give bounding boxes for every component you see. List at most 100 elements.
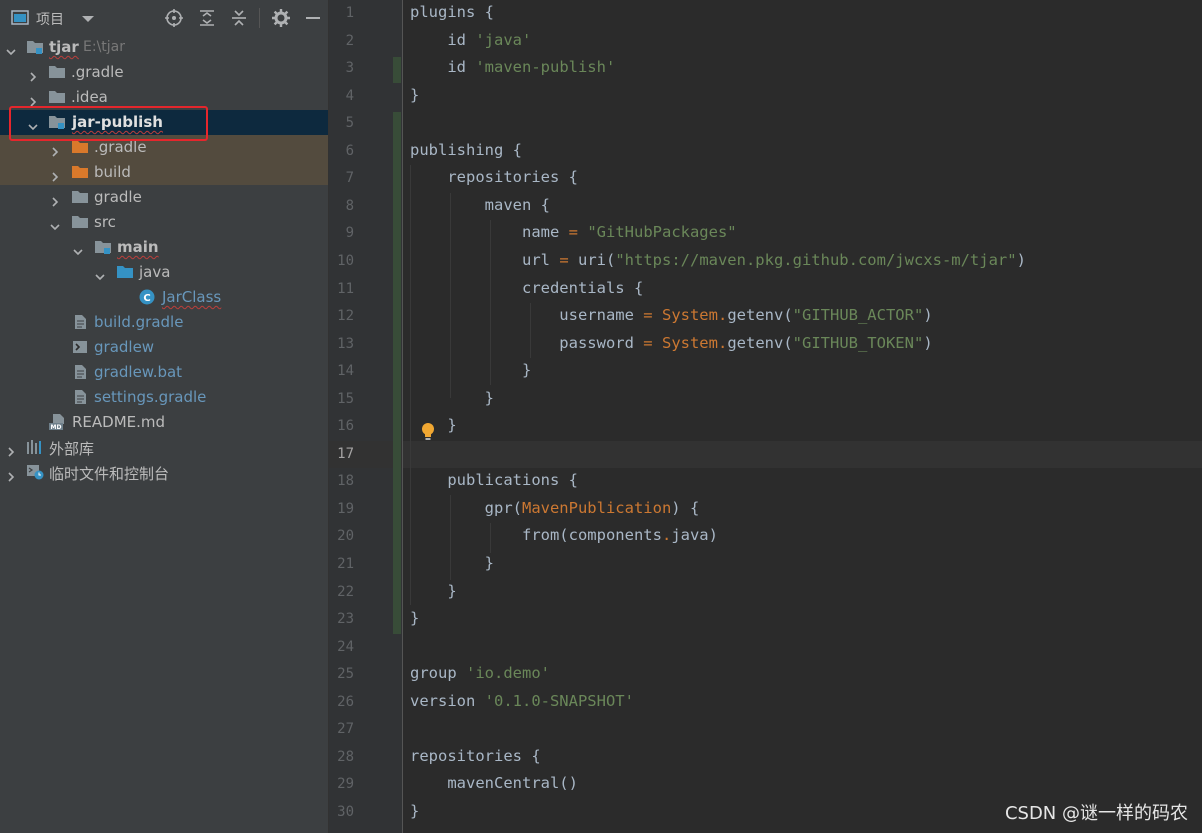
view-dropdown-icon[interactable] <box>78 8 98 28</box>
code-line[interactable]: id 'maven-publish' <box>410 58 615 76</box>
collapse-all-icon[interactable] <box>229 8 249 28</box>
line-number: 7 <box>345 170 354 187</box>
tree-item-scratches[interactable]: 临时文件和控制台 <box>0 460 328 485</box>
text-file-icon <box>71 364 89 380</box>
tree-item-gradle-cache[interactable]: .gradle <box>0 60 328 85</box>
code-line[interactable]: } <box>410 609 419 627</box>
tree-item-label: settings.gradle <box>94 388 207 406</box>
tree-item-external-libraries[interactable]: 外部库 <box>0 435 328 460</box>
tree-item-build-gradle[interactable]: build.gradle <box>0 310 328 335</box>
excluded-folder-icon <box>71 164 89 180</box>
chevron-right-icon[interactable] <box>50 142 60 157</box>
annotation-highlight-box <box>9 106 208 141</box>
project-toolbar: 项目 <box>0 0 328 36</box>
tree-item-label: JarClass <box>162 288 222 306</box>
svg-text:C: C <box>143 293 150 304</box>
line-number: 22 <box>337 583 354 600</box>
code-line[interactable]: } <box>410 582 456 600</box>
line-number: 16 <box>337 418 354 435</box>
chevron-right-icon[interactable] <box>6 467 16 482</box>
line-number: 17 <box>337 445 354 462</box>
chevron-right-icon[interactable] <box>50 192 60 207</box>
chevron-down-icon[interactable] <box>73 242 83 256</box>
project-panel-title[interactable]: 项目 <box>36 9 64 29</box>
expand-all-icon[interactable] <box>197 8 217 28</box>
code-line[interactable]: url = uri("https://maven.pkg.github.com/… <box>410 251 1026 269</box>
code-line[interactable]: } <box>410 86 419 104</box>
hide-panel-icon[interactable] <box>303 8 323 28</box>
tree-item-label: .gradle <box>71 63 124 81</box>
code-line[interactable]: repositories { <box>410 747 541 765</box>
chevron-down-icon[interactable] <box>6 42 16 56</box>
tree-item-label: README.md <box>72 413 166 431</box>
tree-item-label: main <box>117 238 159 256</box>
folder-icon <box>71 189 89 205</box>
code-line[interactable]: repositories { <box>410 168 578 186</box>
module-folder-icon <box>94 239 112 255</box>
line-number: 29 <box>337 776 354 793</box>
line-number: 3 <box>345 60 354 77</box>
tree-item-label: java <box>139 263 171 281</box>
lightbulb-icon[interactable] <box>420 422 436 442</box>
folder-icon <box>48 89 66 105</box>
chevron-right-icon[interactable] <box>28 92 38 107</box>
code-line[interactable]: version '0.1.0-SNAPSHOT' <box>410 692 634 710</box>
code-line[interactable]: password = System.getenv("GITHUB_TOKEN") <box>410 334 932 352</box>
code-line[interactable]: publications { <box>410 471 578 489</box>
tree-item-label: gradlew <box>94 338 155 356</box>
code-line[interactable]: group 'io.demo' <box>410 664 550 682</box>
tree-item-label: 外部库 <box>49 440 95 458</box>
tree-item-label: gradlew.bat <box>94 363 183 381</box>
chevron-down-icon[interactable] <box>95 267 105 281</box>
line-number: 11 <box>337 280 354 297</box>
tree-item-gradle[interactable]: gradle <box>0 185 328 210</box>
tree-item-java[interactable]: java <box>0 260 328 285</box>
line-number: 25 <box>337 666 354 683</box>
tree-item-src[interactable]: src <box>0 210 328 235</box>
code-line[interactable]: publishing { <box>410 141 522 159</box>
code-line[interactable]: plugins { <box>410 3 494 21</box>
line-number: 10 <box>337 252 354 269</box>
locate-file-icon[interactable] <box>164 8 184 28</box>
svg-text:MD: MD <box>51 424 62 430</box>
tree-item-readme[interactable]: MD README.md <box>0 410 328 435</box>
project-panel: 项目 tjar E:\tjar .gradle .idea jar-publis… <box>0 0 329 833</box>
code-line[interactable]: } <box>410 361 531 379</box>
code-line[interactable]: id 'java' <box>410 31 531 49</box>
chevron-right-icon[interactable] <box>50 167 60 182</box>
line-number: 19 <box>337 500 354 517</box>
code-line[interactable]: } <box>410 554 494 572</box>
tree-item-main[interactable]: main <box>0 235 328 260</box>
gear-icon[interactable] <box>271 8 291 28</box>
current-line-highlight <box>329 441 1202 468</box>
tree-item-gradlew[interactable]: gradlew <box>0 335 328 360</box>
code-line[interactable]: } <box>410 802 419 820</box>
tree-item-tjar[interactable]: tjar E:\tjar <box>0 35 328 60</box>
code-line[interactable]: gpr(MavenPublication) { <box>410 499 700 517</box>
chevron-right-icon[interactable] <box>28 67 38 82</box>
chevron-right-icon[interactable] <box>6 442 16 457</box>
code-line[interactable]: username = System.getenv("GITHUB_ACTOR") <box>410 306 932 324</box>
vcs-change-marker <box>393 112 401 634</box>
line-number: 5 <box>345 115 354 132</box>
code-line[interactable]: } <box>410 389 494 407</box>
line-number: 27 <box>337 721 354 738</box>
folder-icon <box>48 64 66 80</box>
code-line[interactable]: from(components.java) <box>410 526 718 544</box>
tree-item-label: gradle <box>94 188 142 206</box>
line-number: 13 <box>337 335 354 352</box>
tree-item-path: E:\tjar <box>83 39 125 55</box>
tree-item-settings-gradle[interactable]: settings.gradle <box>0 385 328 410</box>
vcs-change-marker <box>393 57 401 83</box>
code-line[interactable]: credentials { <box>410 279 643 297</box>
tree-item-gradlew-bat[interactable]: gradlew.bat <box>0 360 328 385</box>
code-line[interactable]: maven { <box>410 196 550 214</box>
line-number: 18 <box>337 473 354 490</box>
tree-item-build[interactable]: build <box>0 160 328 185</box>
line-number: 26 <box>337 693 354 710</box>
code-line[interactable]: mavenCentral() <box>410 774 578 792</box>
code-line[interactable]: name = "GitHubPackages" <box>410 223 737 241</box>
line-number: 14 <box>337 363 354 380</box>
chevron-down-icon[interactable] <box>50 217 60 231</box>
tree-item-jarclass[interactable]: C JarClass <box>0 285 328 310</box>
